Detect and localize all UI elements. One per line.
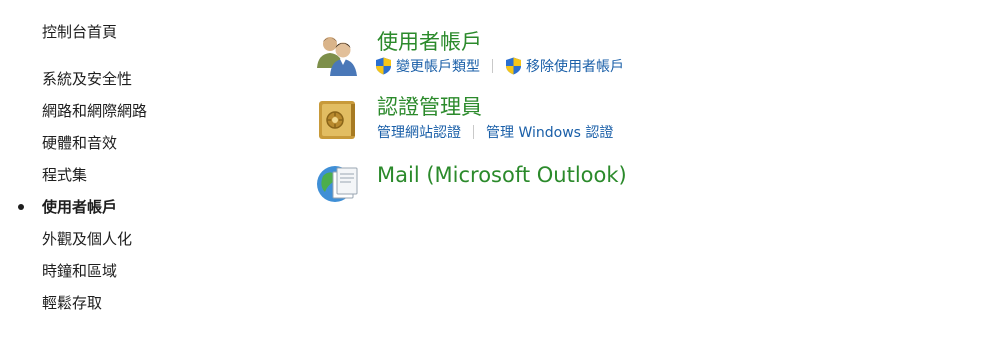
nav-item-hardware-sound[interactable]: 硬體和音效 bbox=[18, 132, 147, 164]
nav-item-clock-region[interactable]: 時鐘和區域 bbox=[18, 260, 147, 292]
nav-item-appearance-personalization[interactable]: 外觀及個人化 bbox=[18, 228, 147, 260]
current-item-bullet bbox=[18, 204, 24, 210]
user-accounts-links: 變更帳戶類型 移除使用者帳戶 bbox=[375, 56, 624, 76]
manage-windows-credentials-label: 管理 Windows 認證 bbox=[486, 125, 614, 141]
credential-manager-links: 管理網站認證 管理 Windows 認證 bbox=[377, 122, 613, 142]
nav-item-ease-of-access[interactable]: 輕鬆存取 bbox=[18, 292, 147, 324]
uac-shield-icon bbox=[376, 57, 391, 75]
change-account-type-link[interactable]: 變更帳戶類型 bbox=[375, 56, 480, 76]
mail-outlook-title[interactable]: Mail (Microsoft Outlook) bbox=[377, 163, 627, 187]
nav-item-system-security[interactable]: 系統及安全性 bbox=[18, 68, 147, 100]
nav-item-user-accounts[interactable]: 使用者帳戶 bbox=[18, 196, 147, 228]
users-icon[interactable] bbox=[313, 30, 361, 78]
nav-item-label: 時鐘和區域 bbox=[42, 262, 118, 280]
manage-web-credentials-label: 管理網站認證 bbox=[377, 125, 461, 141]
remove-user-account-label: 移除使用者帳戶 bbox=[526, 59, 624, 75]
vault-icon[interactable] bbox=[313, 96, 361, 144]
credential-manager-title[interactable]: 認證管理員 bbox=[377, 91, 482, 121]
nav-item-label: 系統及安全性 bbox=[42, 70, 133, 88]
change-account-type-label: 變更帳戶類型 bbox=[396, 59, 480, 75]
link-separator bbox=[473, 125, 474, 139]
nav-item-label: 輕鬆存取 bbox=[42, 294, 103, 312]
link-separator bbox=[492, 59, 493, 73]
nav-item-label: 網路和網際網路 bbox=[42, 102, 148, 120]
uac-shield-icon bbox=[506, 57, 521, 75]
nav-control-panel-home[interactable]: 控制台首頁 bbox=[42, 21, 117, 42]
nav-item-label: 程式集 bbox=[42, 166, 88, 184]
nav-item-label: 外觀及個人化 bbox=[42, 230, 133, 248]
nav-item-label: 使用者帳戶 bbox=[42, 198, 118, 216]
mail-globe-icon[interactable] bbox=[313, 158, 361, 206]
user-accounts-title[interactable]: 使用者帳戶 bbox=[377, 26, 482, 56]
nav-category-list: 系統及安全性 網路和網際網路 硬體和音效 程式集 使用者帳戶 外觀及個人化 時鐘… bbox=[18, 68, 147, 324]
nav-item-programs[interactable]: 程式集 bbox=[18, 164, 147, 196]
nav-item-label: 硬體和音效 bbox=[42, 134, 118, 152]
manage-web-credentials-link[interactable]: 管理網站認證 bbox=[377, 122, 461, 142]
remove-user-account-link[interactable]: 移除使用者帳戶 bbox=[505, 56, 624, 76]
manage-windows-credentials-link[interactable]: 管理 Windows 認證 bbox=[486, 122, 613, 142]
nav-item-network-internet[interactable]: 網路和網際網路 bbox=[18, 100, 147, 132]
